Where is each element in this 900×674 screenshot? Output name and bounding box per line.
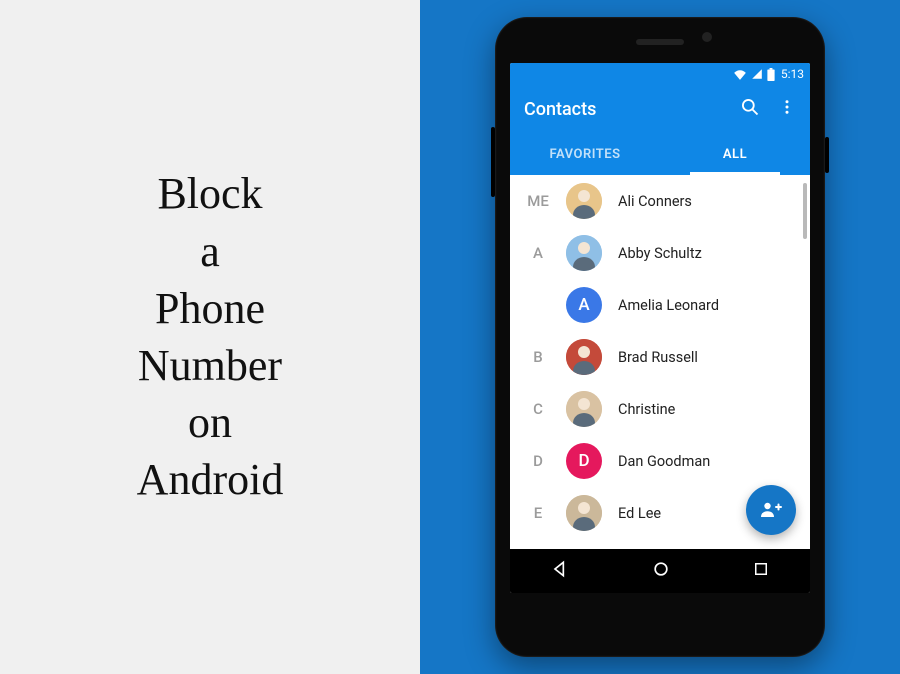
more-icon[interactable] bbox=[778, 97, 796, 121]
avatar: A bbox=[566, 287, 602, 323]
battery-icon bbox=[767, 68, 775, 81]
avatar bbox=[566, 495, 602, 531]
contact-name: Brad Russell bbox=[618, 349, 698, 366]
headline-line: Number bbox=[137, 337, 284, 394]
scrollbar[interactable] bbox=[803, 183, 807, 239]
tab-label: ALL bbox=[723, 147, 747, 162]
add-contact-fab[interactable] bbox=[746, 485, 796, 535]
tab-label: FAVORITES bbox=[549, 147, 620, 162]
avatar bbox=[566, 339, 602, 375]
section-letter: A bbox=[510, 244, 566, 262]
app-bar: Contacts FAVORITES AL bbox=[510, 85, 810, 175]
section-letter: B bbox=[510, 348, 566, 366]
section-letter: E bbox=[510, 504, 566, 522]
contact-name: Abby Schultz bbox=[618, 245, 702, 262]
section-letter: C bbox=[510, 400, 566, 418]
contact-name: Ed Lee bbox=[618, 505, 661, 522]
tab-all[interactable]: ALL bbox=[660, 133, 810, 175]
back-icon[interactable] bbox=[550, 559, 570, 583]
contact-name: Amelia Leonard bbox=[618, 297, 719, 314]
left-panel: Block a Phone Number on Android bbox=[0, 0, 420, 674]
headline-line: on bbox=[137, 394, 284, 451]
contact-name: Ali Conners bbox=[618, 193, 692, 210]
nav-bar bbox=[510, 549, 810, 593]
phone-speaker bbox=[636, 39, 684, 45]
wifi-icon bbox=[733, 68, 747, 80]
avatar bbox=[566, 235, 602, 271]
contact-name: Christine bbox=[618, 401, 675, 418]
headline-line: Block bbox=[137, 165, 284, 222]
section-letter: ME bbox=[510, 192, 566, 210]
avatar bbox=[566, 183, 602, 219]
headline-line: Android bbox=[137, 451, 284, 508]
avatar: D bbox=[566, 443, 602, 479]
home-icon[interactable] bbox=[651, 559, 671, 583]
right-panel: 5:13 Contacts bbox=[420, 0, 900, 674]
phone-camera bbox=[702, 32, 712, 42]
signal-icon bbox=[751, 68, 763, 80]
contact-name: Dan Goodman bbox=[618, 453, 710, 470]
phone-frame: 5:13 Contacts bbox=[495, 17, 825, 657]
contact-row[interactable]: C Christine bbox=[510, 383, 810, 435]
contact-row[interactable]: A Abby Schultz bbox=[510, 227, 810, 279]
headline-line: Phone bbox=[137, 280, 284, 337]
contact-row[interactable]: ME Ali Conners bbox=[510, 175, 810, 227]
tabs: FAVORITES ALL bbox=[510, 133, 810, 175]
phone-screen: 5:13 Contacts bbox=[510, 63, 810, 593]
recent-icon[interactable] bbox=[752, 560, 770, 582]
tab-favorites[interactable]: FAVORITES bbox=[510, 133, 660, 175]
headline: Block a Phone Number on Android bbox=[137, 165, 284, 508]
contact-row[interactable]: A Amelia Leonard bbox=[510, 279, 810, 331]
section-letter: D bbox=[510, 452, 566, 470]
status-bar: 5:13 bbox=[510, 63, 810, 85]
avatar bbox=[566, 391, 602, 427]
search-icon[interactable] bbox=[740, 97, 760, 121]
contact-row[interactable]: B Brad Russell bbox=[510, 331, 810, 383]
status-time: 5:13 bbox=[781, 67, 804, 81]
app-title: Contacts bbox=[524, 99, 740, 120]
headline-line: a bbox=[137, 223, 284, 280]
contact-row[interactable]: DD Dan Goodman bbox=[510, 435, 810, 487]
